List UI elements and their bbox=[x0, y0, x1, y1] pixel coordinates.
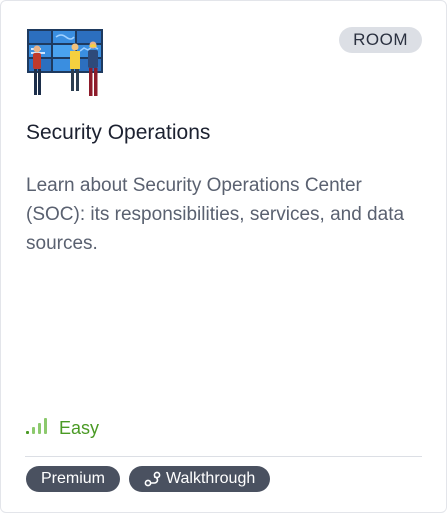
difficulty-indicator: Easy bbox=[25, 417, 99, 440]
soc-illustration bbox=[25, 27, 105, 103]
tag-premium: Premium bbox=[26, 466, 121, 492]
room-title[interactable]: Security Operations bbox=[26, 121, 210, 145]
tag-label: Walkthrough bbox=[166, 470, 256, 487]
divider bbox=[25, 456, 422, 457]
tag-list: Premium Walkthrough bbox=[26, 466, 271, 492]
difficulty-label: Easy bbox=[59, 418, 100, 438]
signal-bars-icon bbox=[25, 417, 49, 440]
route-icon bbox=[144, 471, 162, 487]
tag-walkthrough: Walkthrough bbox=[129, 466, 271, 492]
room-type-badge: ROOM bbox=[339, 27, 422, 53]
tag-label: Premium bbox=[41, 470, 106, 487]
room-description: Learn about Security Operations Center (… bbox=[26, 175, 405, 254]
room-card[interactable]: ROOM Security Operations Learn about Sec… bbox=[0, 0, 447, 513]
